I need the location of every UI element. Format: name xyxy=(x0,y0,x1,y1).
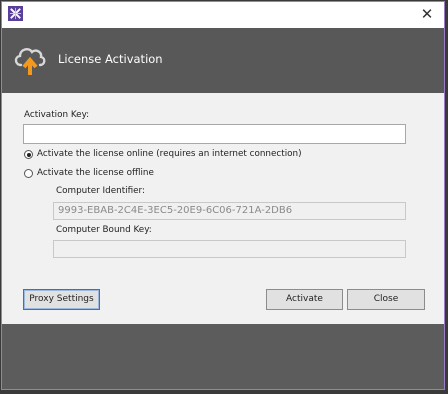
activation-key-input[interactable] xyxy=(23,124,406,144)
offline-activation-label[interactable]: Activate the license offline xyxy=(37,168,154,178)
footer-bar xyxy=(2,324,444,389)
activation-key-label: Activation Key: xyxy=(24,110,90,120)
header-title: License Activation xyxy=(58,52,163,66)
cloud-upload-icon xyxy=(14,48,46,75)
online-activation-label[interactable]: Activate the license online (requires an… xyxy=(37,149,302,159)
computer-identifier-label: Computer Identifier: xyxy=(56,186,145,196)
proxy-settings-button[interactable]: Proxy Settings xyxy=(23,289,100,310)
close-icon[interactable]: ✕ xyxy=(416,4,438,24)
form-area: Activation Key: Activate the license onl… xyxy=(2,93,444,324)
activate-button[interactable]: Activate xyxy=(266,289,343,310)
title-bar: ✕ xyxy=(2,2,444,28)
computer-bound-key-field xyxy=(53,240,406,258)
license-activation-window: ✕ License Activation Activation Key: Act… xyxy=(1,1,445,390)
computer-bound-key-label: Computer Bound Key: xyxy=(56,225,152,235)
header-banner: License Activation xyxy=(2,28,444,93)
close-button[interactable]: Close xyxy=(347,289,425,310)
app-logo-icon xyxy=(8,6,23,21)
computer-identifier-field: 9993-EBAB-2C4E-3EC5-20E9-6C06-721A-2DB6 xyxy=(53,202,406,220)
offline-activation-radio[interactable] xyxy=(24,169,33,178)
online-activation-radio[interactable] xyxy=(24,150,33,159)
